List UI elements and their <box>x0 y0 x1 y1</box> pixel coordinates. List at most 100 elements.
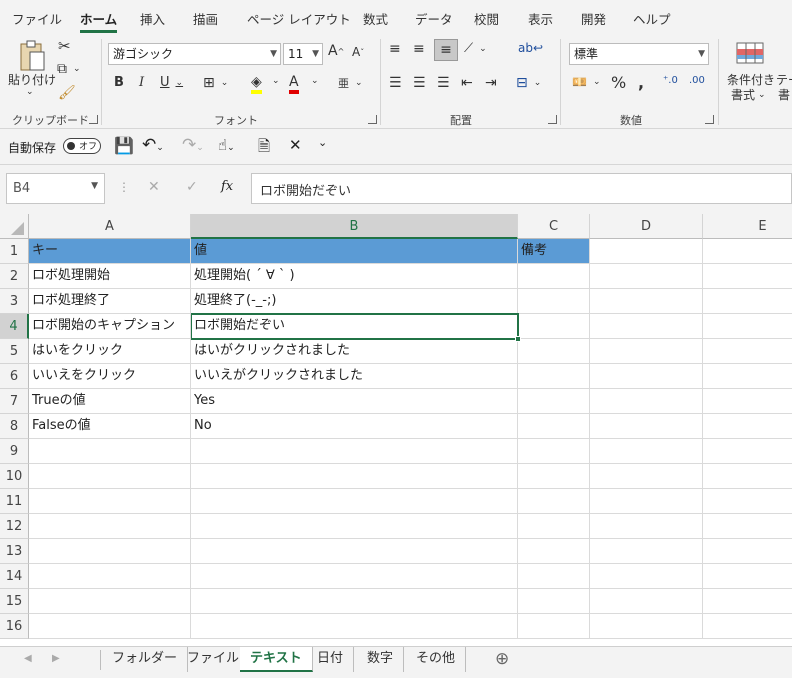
paste-button[interactable]: 貼り付け <box>8 71 56 88</box>
table-cell[interactable] <box>518 464 590 489</box>
conditional-format-icon[interactable] <box>735 41 765 65</box>
table-cell[interactable] <box>518 314 590 339</box>
row-header[interactable]: 14 <box>0 564 29 589</box>
select-all-button[interactable] <box>0 214 29 239</box>
bold-icon[interactable]: B <box>114 75 124 90</box>
row-header[interactable]: 15 <box>0 589 29 614</box>
table-cell[interactable] <box>518 614 590 639</box>
increase-font-icon[interactable]: A ^ <box>328 43 344 59</box>
table-cell[interactable]: 処理終了(-_-;) <box>191 289 518 314</box>
table-cell[interactable] <box>29 439 191 464</box>
table-cell[interactable] <box>518 489 590 514</box>
table-cell[interactable]: ロボ開始だぞい <box>191 314 518 339</box>
tab-insert[interactable]: 挿入 <box>140 9 165 28</box>
table-cell[interactable] <box>703 614 792 639</box>
table-cell[interactable]: Falseの値 <box>29 414 191 439</box>
table-cell[interactable] <box>590 589 703 614</box>
table-cell[interactable] <box>590 289 703 314</box>
row-header[interactable]: 16 <box>0 614 29 639</box>
tab-file[interactable]: ファイル <box>12 9 62 28</box>
table-cell[interactable]: はいがクリックされました <box>191 339 518 364</box>
cancel-icon[interactable]: ✕ <box>148 179 160 195</box>
decrease-font-icon[interactable]: Aˇ <box>352 45 364 59</box>
align-top-icon[interactable]: ≡ <box>389 41 401 57</box>
wrap-text-icon[interactable]: ab↩ <box>518 41 543 55</box>
column-header-b[interactable]: B <box>191 214 518 239</box>
decrease-indent-icon[interactable]: ⇤ <box>461 75 473 91</box>
table-cell[interactable]: Trueの値 <box>29 389 191 414</box>
tab-help[interactable]: ヘルプ <box>633 9 671 28</box>
table-cell[interactable]: 処理開始( ´ ∀ ` ) <box>191 264 518 289</box>
table-cell[interactable] <box>29 514 191 539</box>
table-cell[interactable] <box>703 289 792 314</box>
cut-icon[interactable]: ✂ <box>58 37 71 55</box>
table-cell[interactable] <box>703 589 792 614</box>
table-cell[interactable] <box>590 464 703 489</box>
tab-draw[interactable]: 描画 <box>193 9 218 28</box>
add-sheet-icon[interactable]: ⊕ <box>495 649 509 669</box>
row-header[interactable]: 1 <box>0 239 29 264</box>
table-cell[interactable] <box>590 614 703 639</box>
table-cell[interactable]: No <box>191 414 518 439</box>
table-cell[interactable] <box>703 364 792 389</box>
font-name-select[interactable]: 游ゴシック ▼ <box>108 43 281 65</box>
copy-icon[interactable]: ⧉ ⌄ <box>57 61 81 77</box>
scroll-left-icon[interactable]: ◀ <box>24 653 32 664</box>
percent-icon[interactable]: % <box>611 73 626 92</box>
table-cell[interactable] <box>191 614 518 639</box>
align-center-icon[interactable]: ☰ <box>413 75 426 91</box>
header-cell[interactable]: 備考 <box>518 239 590 264</box>
table-cell[interactable] <box>703 414 792 439</box>
phonetic-icon[interactable]: 亜 ⌄ <box>338 75 363 91</box>
insert-function-icon[interactable]: fx <box>221 179 233 194</box>
increase-indent-icon[interactable]: ⇥ <box>485 75 497 91</box>
currency-icon[interactable]: 💴 ⌄ <box>572 75 601 89</box>
table-cell[interactable] <box>703 539 792 564</box>
sheet-tab-text[interactable]: テキスト <box>240 647 313 672</box>
save-icon[interactable]: 💾 <box>114 136 134 155</box>
table-cell[interactable] <box>518 389 590 414</box>
italic-icon[interactable]: I <box>139 75 144 90</box>
row-header[interactable]: 13 <box>0 539 29 564</box>
sheet-tab-date[interactable]: 日付 <box>307 647 355 672</box>
decrease-decimal-icon[interactable]: .00 <box>689 75 705 86</box>
number-launcher-icon[interactable] <box>705 115 714 124</box>
paste-chevron-icon[interactable]: ⌄ <box>26 87 34 97</box>
tab-data[interactable]: データ <box>415 9 453 28</box>
table-cell[interactable]: ロボ処理開始 <box>29 264 191 289</box>
table-cell[interactable] <box>703 264 792 289</box>
header-cell[interactable]: キー <box>29 239 191 264</box>
table-cell[interactable] <box>29 589 191 614</box>
tab-formulas[interactable]: 数式 <box>363 9 388 28</box>
table-cell[interactable] <box>29 539 191 564</box>
sheet-tab-folder[interactable]: フォルダー <box>102 647 189 672</box>
font-launcher-icon[interactable] <box>368 115 377 124</box>
sheet-tab-other[interactable]: その他 <box>406 647 467 672</box>
table-cell[interactable] <box>518 289 590 314</box>
redo-icon[interactable]: ↷⌄ <box>182 135 204 155</box>
table-cell[interactable] <box>590 489 703 514</box>
alignment-launcher-icon[interactable] <box>548 115 557 124</box>
row-header[interactable]: 7 <box>0 389 29 414</box>
table-cell[interactable] <box>703 239 792 264</box>
print-preview-icon[interactable]: 🗎 <box>258 136 270 161</box>
row-header[interactable]: 12 <box>0 514 29 539</box>
table-cell[interactable] <box>191 539 518 564</box>
table-cell[interactable] <box>191 589 518 614</box>
scroll-right-icon[interactable]: ▶ <box>52 653 60 664</box>
table-cell[interactable] <box>191 564 518 589</box>
table-cell[interactable] <box>590 264 703 289</box>
row-header[interactable]: 5 <box>0 339 29 364</box>
fill-color-icon[interactable]: ◈ <box>251 74 262 94</box>
sheet-tab-number[interactable]: 数字 <box>357 647 405 672</box>
table-cell[interactable] <box>590 439 703 464</box>
table-cell[interactable] <box>590 389 703 414</box>
increase-decimal-icon[interactable]: ⁺.0 <box>663 75 678 86</box>
table-cell[interactable] <box>590 339 703 364</box>
table-cell[interactable] <box>518 439 590 464</box>
row-header[interactable]: 2 <box>0 264 29 289</box>
table-cell[interactable] <box>29 489 191 514</box>
table-cell[interactable] <box>518 514 590 539</box>
table-cell[interactable] <box>191 439 518 464</box>
column-header-c[interactable]: C <box>518 214 590 239</box>
